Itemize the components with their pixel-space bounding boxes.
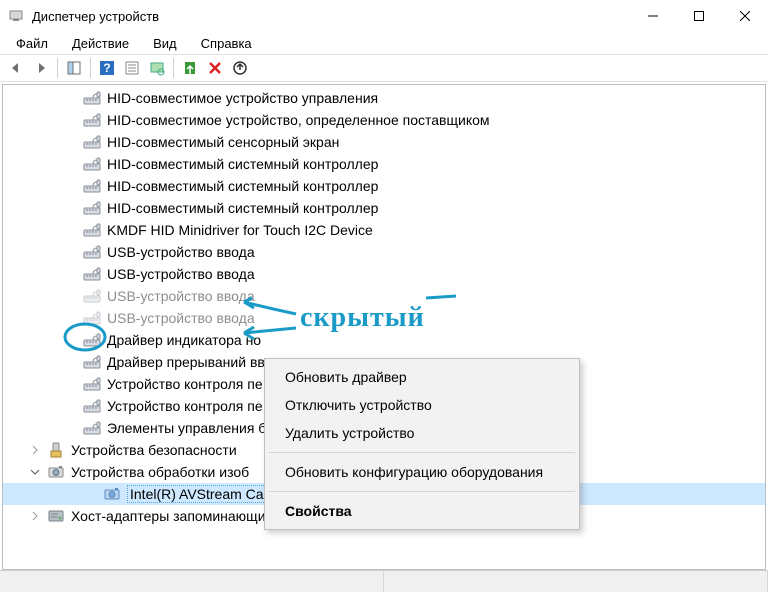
menu-help[interactable]: Справка bbox=[191, 34, 262, 53]
window-controls bbox=[630, 0, 768, 32]
maximize-button[interactable] bbox=[676, 0, 722, 32]
device-icon bbox=[83, 331, 101, 349]
expand-toggle[interactable] bbox=[27, 464, 43, 480]
device-item[interactable]: HID-совместимый системный контроллер bbox=[3, 175, 765, 197]
device-item[interactable]: HID-совместимый системный контроллер bbox=[3, 197, 765, 219]
device-icon bbox=[83, 89, 101, 107]
device-icon bbox=[83, 353, 101, 371]
context-menu: Обновить драйвер Отключить устройство Уд… bbox=[264, 358, 580, 530]
category-icon bbox=[47, 463, 65, 481]
device-icon bbox=[83, 221, 101, 239]
device-icon bbox=[83, 111, 101, 129]
status-cell bbox=[0, 571, 384, 592]
device-icon bbox=[83, 177, 101, 195]
device-item[interactable]: USB-устройство ввода bbox=[3, 241, 765, 263]
device-item[interactable]: HID-совместимое устройство, определенное… bbox=[3, 109, 765, 131]
device-label: USB-устройство ввода bbox=[107, 266, 255, 282]
menu-disable-device[interactable]: Отключить устройство bbox=[267, 391, 577, 419]
menu-scan-hardware[interactable]: Обновить конфигурацию оборудования bbox=[267, 458, 577, 486]
toolbar-separator bbox=[90, 58, 91, 78]
device-icon bbox=[83, 309, 101, 327]
annotation-text: скрытый bbox=[300, 302, 425, 334]
device-label: USB-устройство ввода bbox=[107, 310, 255, 326]
menu-properties[interactable]: Свойства bbox=[267, 497, 577, 525]
device-label: Устройство контроля пе bbox=[107, 376, 263, 392]
minimize-button[interactable] bbox=[630, 0, 676, 32]
device-label: HID-совместимый сенсорный экран bbox=[107, 134, 339, 150]
menu-separator bbox=[269, 452, 575, 453]
show-hide-tree-button[interactable] bbox=[62, 56, 86, 80]
svg-text:?: ? bbox=[103, 61, 110, 75]
menu-update-driver[interactable]: Обновить драйвер bbox=[267, 363, 577, 391]
toolbar-separator bbox=[57, 58, 58, 78]
device-label: Устройство контроля пе bbox=[107, 398, 263, 414]
toolbar: ? bbox=[0, 54, 768, 82]
forward-button[interactable] bbox=[29, 56, 53, 80]
category-label: Устройства безопасности bbox=[71, 442, 237, 458]
menu-separator bbox=[269, 491, 575, 492]
expand-toggle[interactable] bbox=[27, 508, 43, 524]
back-button[interactable] bbox=[4, 56, 28, 80]
device-label: HID-совместимый системный контроллер bbox=[107, 178, 378, 194]
uninstall-device-button[interactable] bbox=[203, 56, 227, 80]
update-driver-button[interactable] bbox=[228, 56, 252, 80]
device-icon bbox=[83, 397, 101, 415]
device-label: USB-устройство ввода bbox=[107, 244, 255, 260]
category-icon bbox=[47, 441, 65, 459]
menu-file[interactable]: Файл bbox=[6, 34, 58, 53]
device-label: KMDF HID Minidriver for Touch I2C Device bbox=[107, 222, 373, 238]
device-icon bbox=[83, 419, 101, 437]
expand-toggle[interactable] bbox=[27, 442, 43, 458]
toolbar-separator bbox=[173, 58, 174, 78]
device-item[interactable]: HID-совместимое устройство управления bbox=[3, 87, 765, 109]
device-item[interactable]: USB-устройство ввода bbox=[3, 263, 765, 285]
storage-icon bbox=[47, 507, 65, 525]
device-icon bbox=[83, 265, 101, 283]
menu-uninstall-device[interactable]: Удалить устройство bbox=[267, 419, 577, 447]
device-label: Драйвер прерываний вв bbox=[107, 354, 265, 370]
close-button[interactable] bbox=[722, 0, 768, 32]
device-label: HID-совместимое устройство, определенное… bbox=[107, 112, 490, 128]
device-label: USB-устройство ввода bbox=[107, 288, 255, 304]
menu-bar: Файл Действие Вид Справка bbox=[0, 32, 768, 54]
device-item[interactable]: KMDF HID Minidriver for Touch I2C Device bbox=[3, 219, 765, 241]
device-icon bbox=[83, 155, 101, 173]
device-label: HID-совместимое устройство управления bbox=[107, 90, 378, 106]
properties-button[interactable] bbox=[120, 56, 144, 80]
device-icon bbox=[83, 243, 101, 261]
status-bar bbox=[0, 570, 768, 592]
device-label: Драйвер индикатора но bbox=[107, 332, 261, 348]
device-item[interactable]: HID-совместимый сенсорный экран bbox=[3, 131, 765, 153]
device-icon bbox=[83, 199, 101, 217]
device-label: HID-совместимый системный контроллер bbox=[107, 200, 378, 216]
enable-device-button[interactable] bbox=[178, 56, 202, 80]
status-cell bbox=[384, 571, 768, 592]
window-title: Диспетчер устройств bbox=[32, 9, 630, 24]
device-icon bbox=[83, 287, 101, 305]
device-item[interactable]: HID-совместимый системный контроллер bbox=[3, 153, 765, 175]
device-label: Элементы управления б bbox=[107, 420, 266, 436]
category-label: Устройства обработки изоб bbox=[71, 464, 249, 480]
device-icon bbox=[83, 133, 101, 151]
title-bar: Диспетчер устройств bbox=[0, 0, 768, 32]
help-button[interactable]: ? bbox=[95, 56, 119, 80]
app-icon bbox=[8, 8, 24, 24]
menu-view[interactable]: Вид bbox=[143, 34, 187, 53]
camera-icon bbox=[103, 485, 121, 503]
device-label: HID-совместимый системный контроллер bbox=[107, 156, 378, 172]
menu-action[interactable]: Действие bbox=[62, 34, 139, 53]
device-icon bbox=[83, 375, 101, 393]
scan-hardware-button[interactable] bbox=[145, 56, 169, 80]
